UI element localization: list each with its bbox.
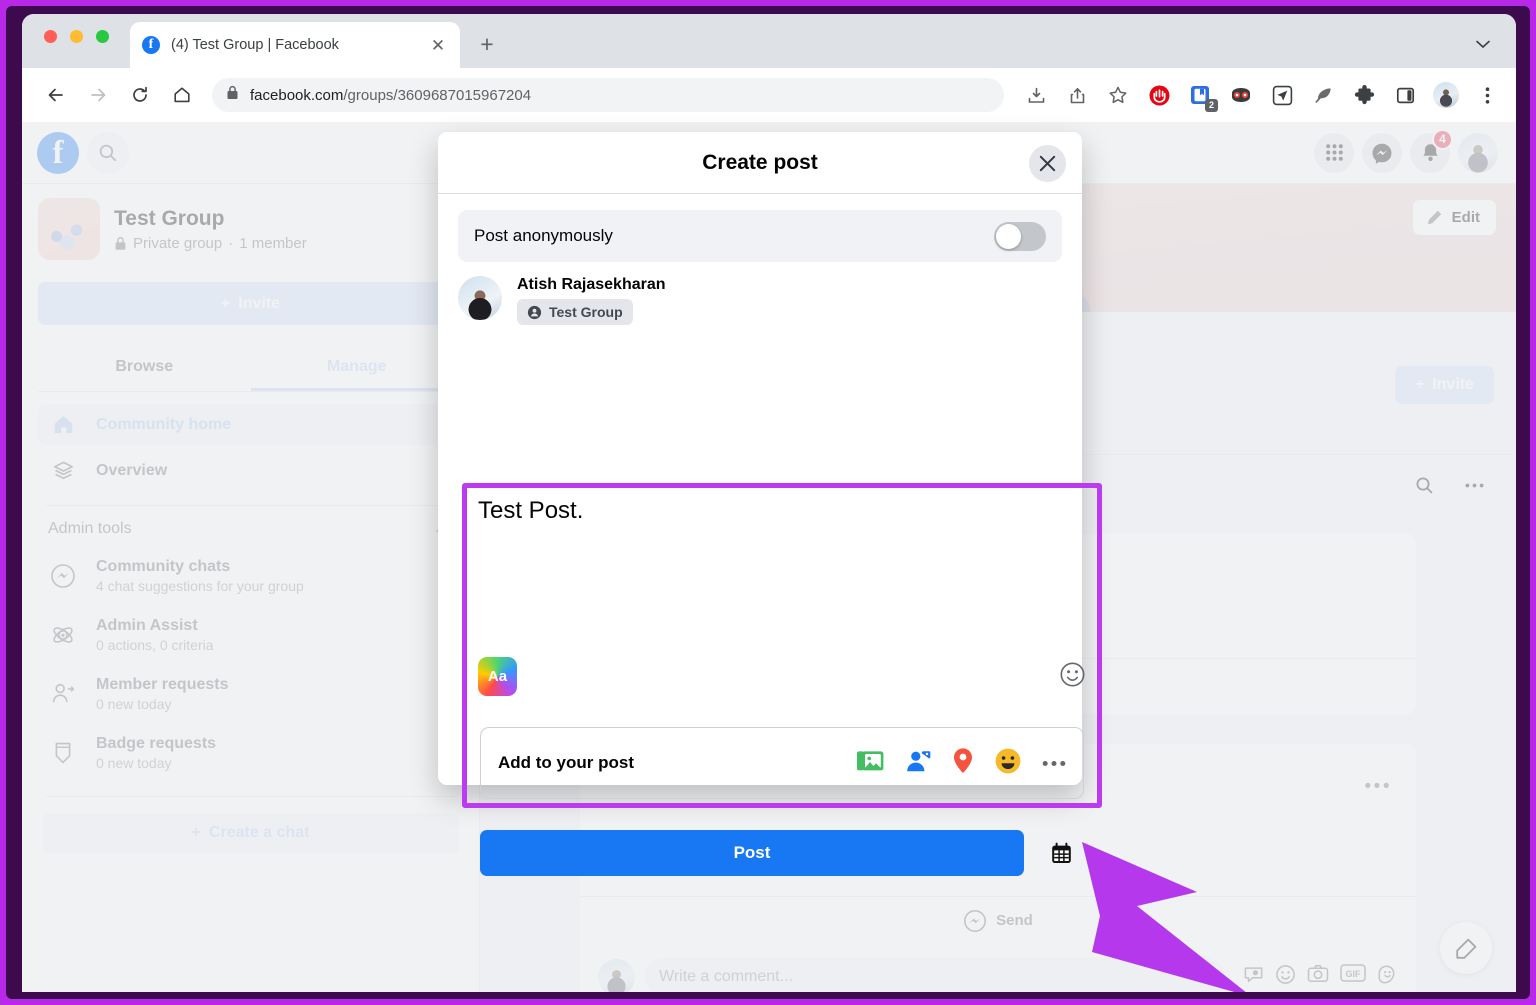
chevron-down-icon[interactable] bbox=[1476, 36, 1490, 53]
browser-window: f (4) Test Group | Facebook ✕ + facebook… bbox=[22, 14, 1516, 992]
facebook-icon: f bbox=[142, 36, 160, 54]
avatar bbox=[458, 276, 502, 320]
url-host: facebook.com bbox=[250, 86, 344, 104]
browser-tab-strip: f (4) Test Group | Facebook ✕ + bbox=[22, 14, 1516, 68]
sidepanel-icon[interactable] bbox=[1388, 78, 1422, 112]
add-to-post-icons bbox=[856, 747, 1066, 780]
install-icon[interactable] bbox=[1019, 78, 1053, 112]
window-minimize-button[interactable] bbox=[70, 30, 83, 43]
extension-face-icon[interactable] bbox=[1224, 78, 1258, 112]
toggle-knob bbox=[996, 223, 1021, 249]
close-icon[interactable]: ✕ bbox=[428, 35, 448, 55]
home-button[interactable] bbox=[166, 79, 198, 111]
browser-tab[interactable]: f (4) Test Group | Facebook ✕ bbox=[130, 22, 460, 68]
adblock-icon[interactable] bbox=[1142, 78, 1176, 112]
address-bar[interactable]: facebook.com/groups/3609687015967204 bbox=[212, 78, 1004, 112]
add-to-post-row: Add to your post bbox=[480, 727, 1084, 799]
emoji-icon[interactable] bbox=[1059, 661, 1086, 693]
calendar-schedule-icon[interactable] bbox=[1038, 830, 1084, 876]
feeling-activity-icon[interactable] bbox=[994, 747, 1022, 780]
post-button[interactable]: Post bbox=[480, 830, 1024, 876]
composer-tool-row: Aa bbox=[478, 657, 1086, 696]
lock-icon bbox=[226, 85, 239, 105]
send-extension-icon[interactable] bbox=[1265, 78, 1299, 112]
audience-label: Test Group bbox=[549, 304, 623, 320]
post-anonymously-row[interactable]: Post anonymously bbox=[458, 210, 1062, 262]
more-options-icon[interactable] bbox=[1042, 754, 1066, 772]
post-anonymously-toggle[interactable] bbox=[994, 221, 1046, 251]
forward-button[interactable] bbox=[82, 79, 114, 111]
puzzle-extensions-icon[interactable] bbox=[1347, 78, 1381, 112]
post-text[interactable]: Test Post. bbox=[478, 496, 1086, 526]
window-close-button[interactable] bbox=[44, 30, 57, 43]
modal-header: Create post bbox=[438, 132, 1082, 194]
extension-badge-count: 2 bbox=[1205, 99, 1218, 112]
annotation-frame: f (4) Test Group | Facebook ✕ + facebook… bbox=[0, 0, 1536, 1005]
tag-people-icon[interactable] bbox=[905, 748, 932, 779]
audience-chip[interactable]: Test Group bbox=[517, 299, 633, 325]
chrome-menu-icon[interactable] bbox=[1470, 78, 1504, 112]
post-anonymously-label: Post anonymously bbox=[474, 226, 613, 245]
new-tab-button[interactable]: + bbox=[474, 33, 500, 59]
url-text: facebook.com/groups/3609687015967204 bbox=[250, 87, 531, 104]
url-path: /groups/3609687015967204 bbox=[343, 86, 532, 104]
author-name: Atish Rajasekharan bbox=[517, 276, 666, 293]
browser-toolbar: facebook.com/groups/3609687015967204 2 bbox=[22, 68, 1516, 122]
text-background-icon[interactable]: Aa bbox=[478, 657, 517, 696]
group-icon bbox=[527, 305, 542, 319]
share-icon[interactable] bbox=[1060, 78, 1094, 112]
photo-video-icon[interactable] bbox=[856, 748, 885, 779]
modal-body: Post anonymously Atish Rajasekharan Test… bbox=[438, 194, 1082, 785]
back-button[interactable] bbox=[40, 79, 72, 111]
window-maximize-button[interactable] bbox=[96, 30, 109, 43]
notes-extension-icon[interactable]: 2 bbox=[1183, 78, 1218, 112]
browser-tab-title: (4) Test Group | Facebook bbox=[171, 37, 339, 53]
modal-title: Create post bbox=[702, 150, 818, 174]
reload-button[interactable] bbox=[124, 79, 156, 111]
post-author-row: Atish Rajasekharan Test Group bbox=[458, 276, 1062, 325]
feather-extension-icon[interactable] bbox=[1306, 78, 1340, 112]
profile-avatar[interactable] bbox=[1429, 78, 1463, 112]
location-icon[interactable] bbox=[952, 747, 974, 779]
modal-footer: Post bbox=[480, 830, 1084, 876]
toolbar-icons: 2 bbox=[1012, 78, 1516, 112]
bookmark-star-icon[interactable] bbox=[1101, 78, 1135, 112]
add-to-post-label: Add to your post bbox=[498, 753, 634, 772]
close-icon[interactable] bbox=[1029, 145, 1066, 182]
post-composer[interactable]: Test Post. Aa bbox=[478, 496, 1086, 696]
